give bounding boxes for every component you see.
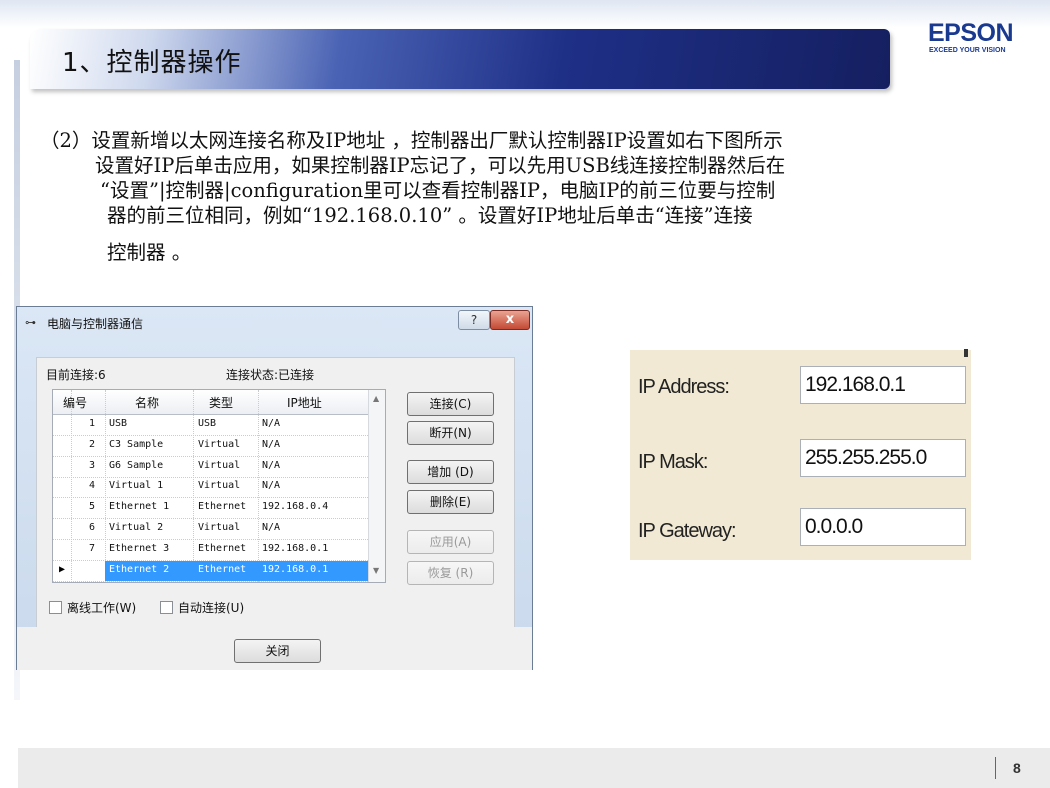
cell-type: USB: [198, 418, 217, 429]
disconnect-button[interactable]: 断开(N): [407, 421, 494, 445]
table-row[interactable]: 4 Virtual 1 Virtual N/A: [53, 477, 368, 499]
ip-address-label: IP Address:: [638, 376, 730, 398]
table-row[interactable]: 1 USB USB N/A: [53, 415, 368, 436]
ip-mask-field[interactable]: 255.255.255.0: [800, 439, 966, 477]
column-header-ip[interactable]: IP地址: [287, 394, 322, 411]
close-window-button[interactable]: x: [490, 310, 530, 330]
cell-type: Ethernet: [198, 563, 247, 575]
cell-name: USB: [109, 418, 128, 429]
ip-mask-label: IP Mask:: [638, 451, 708, 473]
apply-button[interactable]: 应用(A): [407, 530, 494, 554]
cell-name: Ethernet 2: [109, 563, 170, 575]
offline-checkbox[interactable]: 离线工作(W): [49, 599, 136, 616]
connection-table: 编号 名称 类型 IP地址 1 USB USB N/A 2 C3 Sample Virtua…: [52, 389, 386, 583]
cell-number: 3: [88, 459, 95, 471]
cell-type: Virtual: [198, 522, 241, 533]
body-line: 设置好IP后单击应用，如果控制器IP忘记了，可以先用USB线连接控制器然后在: [95, 154, 786, 177]
auto-connect-checkbox[interactable]: 自动连接(U): [160, 599, 244, 616]
slide-title: 1、控制器操作: [62, 48, 242, 78]
cell-name: Virtual 2: [109, 522, 164, 533]
column-header-type[interactable]: 类型: [209, 394, 233, 411]
help-button[interactable]: ?: [458, 310, 490, 330]
cell-name: C3 Sample: [109, 438, 164, 450]
cell-name: Ethernet 3: [109, 542, 170, 554]
body-line: （2）设置新增以太网连接名称及IP地址 ，控制器出厂默认控制器IP设置如右下图所…: [40, 129, 783, 152]
checkbox-box[interactable]: [160, 601, 173, 614]
body-text: （2）设置新增以太网连接名称及IP地址 ，控制器出厂默认控制器IP设置如右下图所…: [40, 128, 1040, 265]
cell-number: 4: [88, 480, 95, 492]
row-pointer-icon: ▶: [58, 563, 66, 575]
cell-type: Ethernet: [198, 542, 247, 554]
cell-ip: N/A: [262, 480, 281, 492]
footer-bar: [18, 748, 1050, 788]
epson-tagline: EXCEED YOUR VISION: [929, 47, 1006, 54]
body-line: “设置”|控制器|configuration里可以查看控制器IP，电脑IP的前三…: [100, 179, 776, 202]
page-number: 8: [1013, 760, 1021, 776]
table-row[interactable]: 2 C3 Sample Virtual N/A: [53, 436, 368, 457]
table-row[interactable]: 5 Ethernet 1 Ethernet 192.168.0.4: [53, 498, 368, 520]
connection-icon: ⊶: [25, 316, 36, 329]
ip-address-field[interactable]: 192.168.0.1: [800, 366, 966, 404]
current-connection-label: 目前连接:6: [46, 368, 106, 382]
cell-number: 1: [88, 418, 95, 429]
cell-number: 7: [88, 542, 95, 554]
table-row[interactable]: 7 Ethernet 3 Ethernet 192.168.0.1: [53, 540, 368, 561]
column-header-number[interactable]: 编号: [63, 394, 87, 411]
offline-checkbox-label: 离线工作(W): [67, 601, 137, 615]
top-fade: [0, 0, 1050, 28]
cell-number: 2: [88, 438, 95, 450]
pc-controller-comm-dialog: ⊶ 电脑与控制器通信 ? x 目前连接:6 连接状态:已连接 编号 名称 类型 …: [16, 306, 533, 670]
table-row[interactable]: 6 Virtual 2 Virtual N/A: [53, 519, 368, 540]
connection-status-label: 连接状态:已连接: [226, 368, 315, 382]
footer-separator: [995, 757, 996, 779]
scroll-up-icon[interactable]: ▲: [373, 394, 379, 403]
cell-number: 6: [88, 522, 95, 533]
close-dialog-button[interactable]: 关闭: [234, 639, 321, 663]
restore-button[interactable]: 恢复 (R): [407, 561, 494, 585]
cell-ip: N/A: [262, 438, 281, 450]
cell-name: Ethernet 1: [109, 501, 170, 513]
cell-number: 8: [88, 563, 95, 575]
connect-button[interactable]: 连接(C): [407, 392, 494, 416]
epson-logo: EPSON: [928, 19, 1014, 47]
checkbox-box[interactable]: [49, 601, 62, 614]
scroll-down-icon[interactable]: ▼: [373, 566, 379, 575]
table-row[interactable]: ▶ 8 Ethernet 2 Ethernet 192.168.0.1: [53, 560, 368, 582]
cell-type: Virtual: [198, 459, 241, 471]
body-line: 器的前三位相同，例如“192.168.0.10” 。设置好IP地址后单击“连接”…: [107, 204, 753, 227]
cell-type: Virtual: [198, 480, 241, 492]
ip-settings-panel: IP Address: 192.168.0.1 IP Mask: 255.255…: [630, 350, 971, 560]
cell-name: Virtual 1: [109, 480, 164, 492]
cell-ip: N/A: [262, 418, 281, 429]
dialog-titlebar: ⊶ 电脑与控制器通信 ? x: [17, 307, 532, 337]
auto-connect-checkbox-label: 自动连接(U): [178, 601, 245, 615]
body-line: 控制器 。: [107, 241, 192, 264]
ip-gateway-label: IP Gateway:: [638, 520, 737, 542]
cell-name: G6 Sample: [109, 459, 164, 471]
cell-ip: 192.168.0.4: [262, 501, 329, 513]
table-scrollbar[interactable]: ▲ ▼: [368, 390, 385, 582]
cell-type: Virtual: [198, 438, 241, 450]
cell-ip: N/A: [262, 459, 281, 471]
cell-ip: 192.168.0.1: [262, 542, 329, 554]
delete-button[interactable]: 删除(E): [407, 490, 494, 514]
corner-mark: [964, 349, 968, 357]
column-header-name[interactable]: 名称: [135, 394, 159, 411]
ip-gateway-field[interactable]: 0.0.0.0: [800, 508, 966, 546]
dialog-title: 电脑与控制器通信: [47, 317, 144, 331]
cell-ip: N/A: [262, 522, 281, 533]
table-row[interactable]: 3 G6 Sample Virtual N/A: [53, 457, 368, 478]
table-header: 编号 名称 类型 IP地址: [53, 390, 368, 415]
cell-number: 5: [88, 501, 95, 513]
cell-type: Ethernet: [198, 501, 247, 513]
cell-ip: 192.168.0.1: [262, 563, 329, 575]
add-button[interactable]: 增加 (D): [407, 460, 494, 484]
